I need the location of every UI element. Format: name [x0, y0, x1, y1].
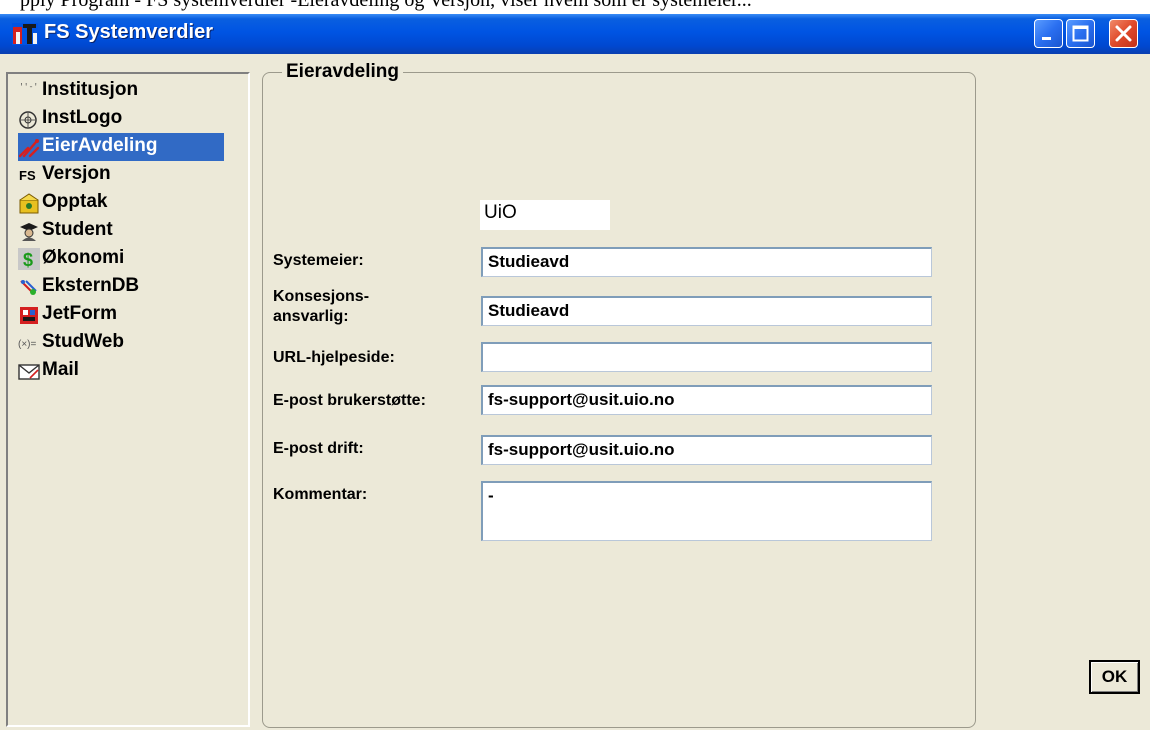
- sidebar-item-opptak[interactable]: Opptak: [18, 189, 224, 217]
- url-hjelpeside-field[interactable]: [481, 342, 932, 372]
- maximize-button[interactable]: [1066, 19, 1095, 48]
- systemeier-value: Studieavd: [488, 252, 570, 271]
- sidebar-item-mail[interactable]: Mail: [18, 357, 224, 385]
- institution-value-text: UiO: [484, 202, 517, 223]
- jetform-icon: [20, 307, 38, 324]
- url-hjelpeside-label: URL-hjelpeside:: [273, 349, 395, 366]
- studweb-icon: (×)=: [18, 339, 37, 350]
- kommentar-field[interactable]: -: [481, 481, 932, 541]
- svg-text:(×)=: (×)=: [18, 339, 37, 350]
- ok-button-label: OK: [1101, 667, 1128, 686]
- konsesjon-label-line2: ansvarlig:: [273, 308, 349, 325]
- kommentar-value: -: [488, 486, 494, 505]
- window-title: FS Systemverdier: [44, 21, 213, 43]
- external-db-icon: [20, 280, 37, 295]
- sidebar-item-label: EksternDB: [42, 275, 140, 296]
- sidebar-item-versjon[interactable]: FS Versjon: [18, 161, 224, 189]
- institution-value: UiO: [480, 200, 610, 230]
- background-document-strip: pply Program - FS systemverdier -Eieravd…: [0, 0, 1150, 14]
- owner-department-icon: [18, 139, 40, 158]
- epost-drift-value: fs-support@usit.uio.no: [488, 440, 675, 459]
- institution-icon: ''-': [19, 83, 38, 92]
- sidebar-item-label: EierAvdeling: [42, 135, 158, 156]
- sidebar-item-label: StudWeb: [42, 331, 124, 352]
- fs-systemverdier-window: FS Systemverdier ''-' Institusjon InstLo…: [0, 14, 1150, 730]
- sidebar-item-label: Versjon: [42, 163, 111, 184]
- sidebar-item-institusjon[interactable]: ''-' Institusjon: [18, 77, 224, 105]
- sidebar-item-jetform[interactable]: JetForm: [18, 301, 224, 329]
- student-icon: [20, 223, 38, 241]
- logo-icon: [19, 111, 37, 129]
- minimize-button[interactable]: [1034, 19, 1063, 48]
- epost-drift-label: E-post drift:: [273, 440, 364, 457]
- title-bar[interactable]: FS Systemverdier: [0, 14, 1150, 54]
- epost-brukerstotte-field[interactable]: fs-support@usit.uio.no: [481, 385, 932, 415]
- close-button[interactable]: [1109, 19, 1138, 48]
- sidebar-item-studweb[interactable]: (×)= StudWeb: [18, 329, 224, 357]
- group-title: Eieravdeling: [282, 61, 403, 83]
- sidebar-item-label: Økonomi: [42, 247, 125, 268]
- fs-version-icon: FS: [19, 168, 36, 183]
- sidebar-item-label: Student: [42, 219, 113, 240]
- epost-brukerstotte-value: fs-support@usit.uio.no: [488, 390, 675, 409]
- sidebar-item-label: InstLogo: [42, 107, 123, 128]
- kommentar-label: Kommentar:: [273, 486, 368, 503]
- close-icon: [1115, 25, 1132, 42]
- sidebar-item-eieravdeling[interactable]: EierAvdeling: [18, 133, 224, 161]
- sidebar-item-label: Opptak: [42, 191, 108, 212]
- minimize-icon: [1042, 37, 1051, 40]
- sidebar-item-label: JetForm: [42, 303, 117, 324]
- svg-text:$: $: [23, 250, 33, 270]
- sidebar-item-okonomi[interactable]: $ Økonomi: [18, 245, 224, 273]
- epost-drift-field[interactable]: fs-support@usit.uio.no: [481, 435, 932, 465]
- sidebar-item-student[interactable]: Student: [18, 217, 224, 245]
- mail-icon: [18, 364, 40, 380]
- ok-button[interactable]: OK: [1089, 660, 1140, 694]
- konsesjonsansvarlig-value: Studieavd: [488, 301, 570, 320]
- svg-text:''-': ''-': [19, 83, 38, 92]
- maximize-icon: [1072, 25, 1089, 42]
- systemeier-label: Systemeier:: [273, 252, 364, 269]
- svg-text:FS: FS: [19, 168, 36, 183]
- sidebar-item-eksterndb[interactable]: EksternDB: [18, 273, 224, 301]
- epost-brukerstotte-label: E-post brukerstøtte:: [273, 392, 426, 409]
- background-document-text: pply Program - FS systemverdier -Eieravd…: [20, 0, 752, 11]
- sidebar-item-label: Mail: [42, 359, 79, 380]
- systemeier-field[interactable]: Studieavd: [481, 247, 932, 277]
- sidebar-item-instlogo[interactable]: InstLogo: [18, 105, 224, 133]
- fs-app-icon: [12, 23, 38, 45]
- sidebar-item-label: Institusjon: [42, 79, 139, 100]
- konsesjon-label-line1: Konsesjons-: [273, 288, 370, 305]
- admission-icon: [19, 193, 39, 214]
- konsesjonsansvarlig-field[interactable]: Studieavd: [481, 296, 932, 326]
- dollar-icon: $: [18, 248, 40, 270]
